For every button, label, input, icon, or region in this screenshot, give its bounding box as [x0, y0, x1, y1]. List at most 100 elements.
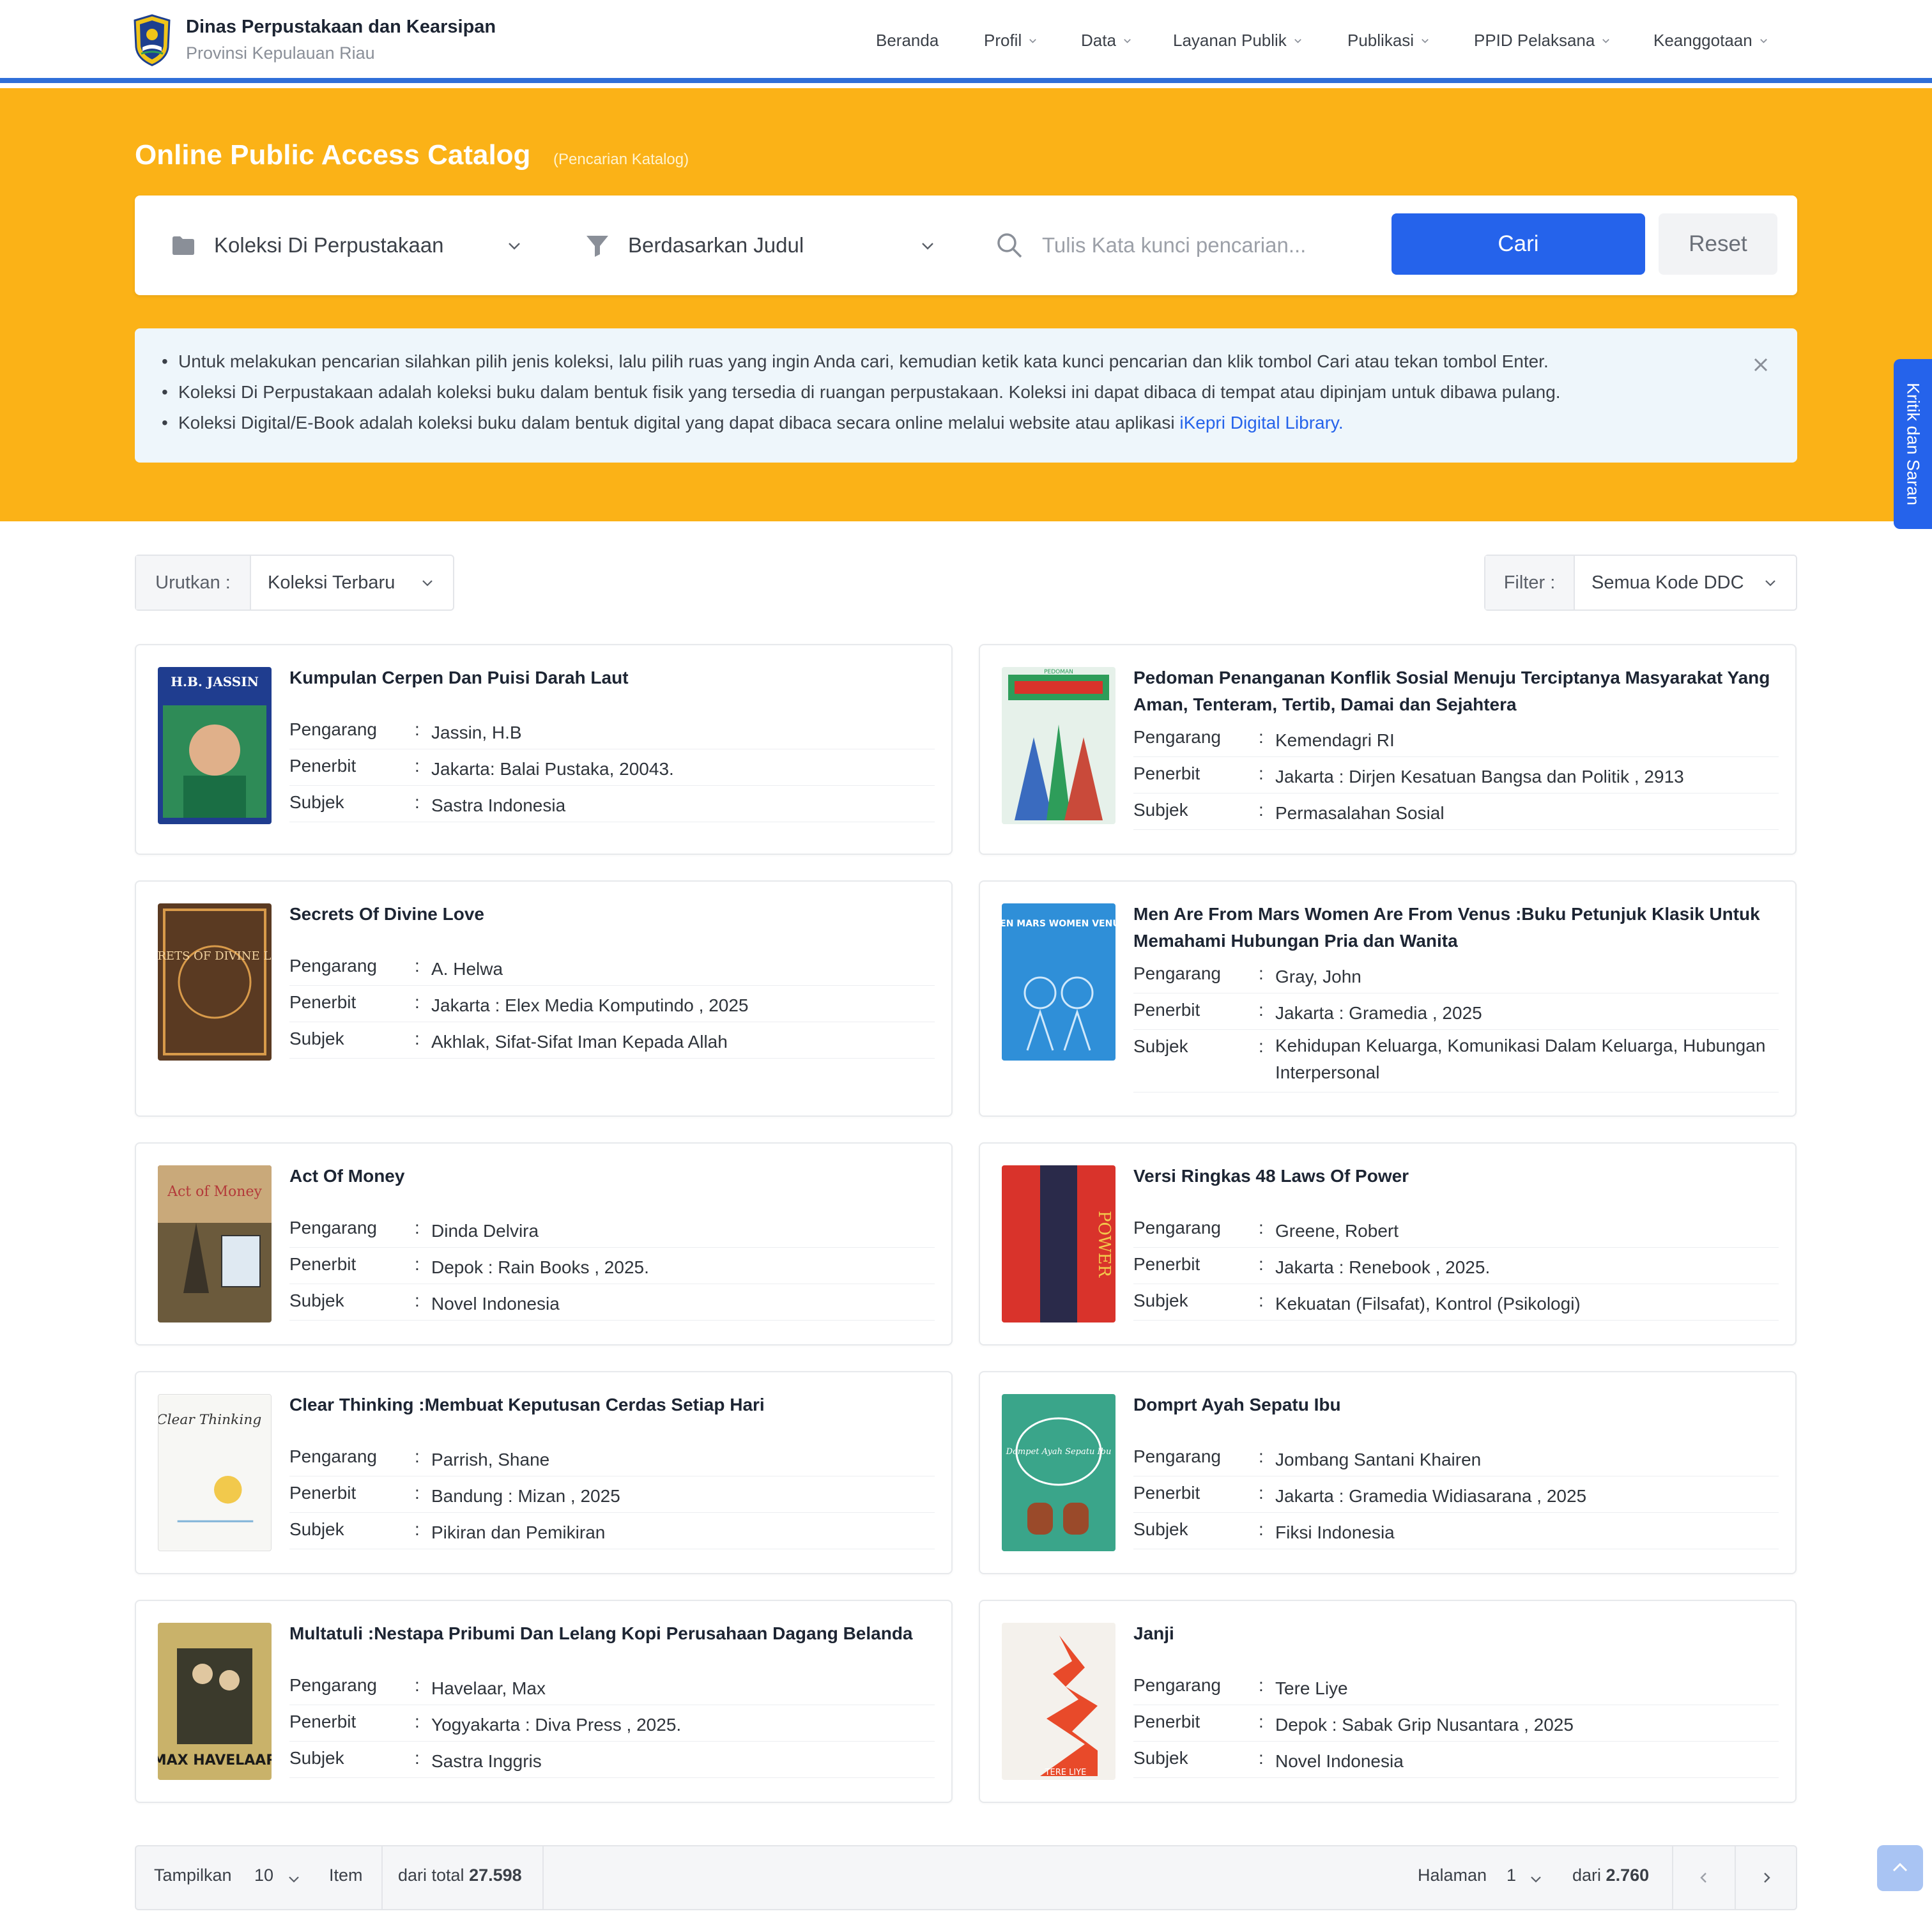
nav-label: PPID Pelaksana	[1474, 31, 1595, 50]
book-title[interactable]: Janji	[1133, 1620, 1779, 1647]
book-publisher: Yogyakarta : Diva Press , 2025.	[431, 1715, 682, 1735]
prev-page-button[interactable]	[1673, 1846, 1735, 1909]
chevron-down-icon[interactable]	[1529, 1872, 1543, 1886]
book-cover-image: SECRETS OF DIVINE LOVE	[158, 903, 272, 1061]
reset-button[interactable]: Reset	[1659, 213, 1777, 275]
publisher-label: Penerbit	[1133, 1254, 1200, 1274]
total-count: dari total 27.598	[398, 1866, 522, 1885]
chevron-down-icon[interactable]	[919, 238, 936, 254]
book-subject: Pikiran dan Pemikiran	[431, 1522, 606, 1542]
chevron-down-icon[interactable]	[506, 238, 523, 254]
book-cover[interactable]: H.B. JASSIN	[158, 667, 272, 824]
svg-text:H.B. JASSIN: H.B. JASSIN	[171, 674, 259, 689]
close-icon[interactable]	[1751, 355, 1770, 374]
book-title[interactable]: Men Are From Mars Women Are From Venus :…	[1133, 901, 1779, 954]
filter-value[interactable]: Semua Kode DDC	[1575, 556, 1796, 610]
ddc-filter-select[interactable]: Filter : Semua Kode DDC	[1484, 555, 1797, 611]
book-cover[interactable]: PEDOMAN	[1002, 667, 1116, 824]
book-title[interactable]: Versi Ringkas 48 Laws Of Power	[1133, 1163, 1779, 1190]
publisher-label: Penerbit	[289, 1712, 356, 1731]
search-button[interactable]: Cari	[1392, 213, 1645, 275]
per-page-select[interactable]: 10	[254, 1866, 273, 1885]
book-cover[interactable]: SECRETS OF DIVINE LOVE	[158, 903, 272, 1061]
book-card[interactable]: SECRETS OF DIVINE LOVE Secrets Of Divine…	[135, 880, 953, 1117]
filter-icon	[586, 236, 608, 257]
book-card[interactable]: Act of Money Act Of Money Pengarang: Dind…	[135, 1142, 953, 1346]
author-label: Pengarang	[289, 956, 378, 976]
book-title[interactable]: Domprt Ayah Sepatu Ibu	[1133, 1392, 1779, 1418]
book-cover-image: MEN MARS WOMEN VENUS	[1002, 903, 1116, 1061]
publisher-label: Penerbit	[289, 992, 356, 1012]
collection-select[interactable]: Koleksi Di Perpustakaan	[171, 229, 444, 262]
book-subject-row: Subjek: Kehidupan Keluarga, Komunikasi Da…	[1133, 1030, 1779, 1092]
page-select[interactable]: 1	[1506, 1866, 1516, 1885]
info-item: • Untuk melakukan pencarian silahkan pili…	[162, 351, 1549, 371]
book-card[interactable]: MEN MARS WOMEN VENUS Men Are From Mars W…	[979, 880, 1797, 1117]
book-cover-image: H.B. JASSIN	[158, 667, 272, 824]
book-cover-image: POWER	[1002, 1165, 1116, 1322]
author-label: Pengarang	[1133, 1446, 1222, 1466]
book-author: Parrish, Shane	[431, 1450, 550, 1469]
nav-label: Publikasi	[1347, 31, 1414, 50]
field-select[interactable]: Berdasarkan Judul	[585, 229, 804, 262]
ikepri-digital-library-link[interactable]: iKepri Digital Library	[1179, 413, 1338, 433]
nav-item-layanan-publik[interactable]: Layanan Publik	[1173, 31, 1303, 50]
chevron-down-icon[interactable]	[287, 1872, 301, 1886]
book-title[interactable]: Multatuli :Nestapa Pribumi Dan Lelang Ko…	[289, 1620, 935, 1647]
book-title[interactable]: Pedoman Penanganan Konflik Sosial Menuju…	[1133, 664, 1779, 718]
book-cover[interactable]: MEN MARS WOMEN VENUS	[1002, 903, 1116, 1061]
book-author-row: Pengarang: Havelaar, Max	[289, 1669, 935, 1705]
info-text: Koleksi Di Perpustakaan adalah koleksi b…	[178, 382, 1561, 402]
book-card[interactable]: PEDOMAN Pedoman Penanganan Konflik Sosia…	[979, 644, 1797, 855]
sort-label: Urutkan :	[136, 556, 251, 610]
book-author-row: Pengarang: Jassin, H.B	[289, 713, 935, 749]
nav-label: Profil	[984, 31, 1022, 50]
chevron-down-icon	[1029, 39, 1037, 43]
chevron-left-icon	[1700, 1873, 1706, 1883]
nav-item-data[interactable]: Data	[1081, 31, 1132, 50]
book-card[interactable]: MAX HAVELAAR Multatuli :Nestapa Pribumi …	[135, 1600, 953, 1803]
book-cover[interactable]: Act of Money	[158, 1165, 272, 1322]
book-card[interactable]: Dompet Ayah Sepatu Ibu Domprt Ayah Sepat…	[979, 1371, 1797, 1574]
book-cover[interactable]: MAX HAVELAAR	[158, 1623, 272, 1780]
next-page-button[interactable]	[1736, 1846, 1797, 1909]
book-publisher-row: Penerbit: Depok : Sabak Grip Nusantara , …	[1133, 1705, 1779, 1742]
book-card[interactable]: Clear Thinking Clear Thinking :Membuat K…	[135, 1371, 953, 1574]
book-cover[interactable]: Clear Thinking	[158, 1394, 272, 1551]
feedback-tab-label: Kritik dan Saran	[1903, 382, 1923, 506]
feedback-tab[interactable]: Kritik dan Saran	[1894, 359, 1932, 529]
book-author-row: Pengarang: Dinda Delvira	[289, 1211, 935, 1248]
subject-label: Subjek	[1133, 1519, 1188, 1539]
book-title[interactable]: Secrets Of Divine Love	[289, 901, 935, 928]
book-title[interactable]: Kumpulan Cerpen Dan Puisi Darah Laut	[289, 664, 935, 691]
book-cover[interactable]: Dompet Ayah Sepatu Ibu	[1002, 1394, 1116, 1551]
nav-item-publikasi[interactable]: Publikasi	[1347, 31, 1430, 50]
book-publisher: Bandung : Mizan , 2025	[431, 1486, 620, 1506]
book-cover-image: PEDOMAN	[1002, 667, 1116, 824]
nav-item-profil[interactable]: Profil	[984, 31, 1038, 50]
book-card[interactable]: POWER Versi Ringkas 48 Laws Of Power Pen…	[979, 1142, 1797, 1346]
page-label: Halaman	[1418, 1866, 1487, 1885]
sort-value[interactable]: Koleksi Terbaru	[251, 556, 453, 610]
collection-select-value: Koleksi Di Perpustakaan	[214, 233, 444, 257]
nav-item-keanggotaan[interactable]: Keanggotaan	[1653, 31, 1768, 50]
book-cover[interactable]: POWER	[1002, 1165, 1116, 1322]
author-label: Pengarang	[1133, 963, 1222, 983]
book-card[interactable]: H.B. JASSIN Kumpulan Cerpen Dan Puisi Da…	[135, 644, 953, 855]
book-title[interactable]: Act Of Money	[289, 1163, 935, 1190]
book-subject-row: Subjek: Sastra Indonesia	[289, 786, 935, 822]
book-cover-image: MAX HAVELAAR	[158, 1623, 272, 1780]
nav-item-beranda[interactable]: Beranda	[876, 31, 939, 50]
nav-item-ppid-pelaksana[interactable]: PPID Pelaksana	[1474, 31, 1611, 50]
book-title[interactable]: Clear Thinking :Membuat Keputusan Cerdas…	[289, 1392, 935, 1418]
book-author: Havelaar, Max	[431, 1678, 546, 1698]
book-card[interactable]: TERE LIYE Janji Pengarang: Tere Liye Pene…	[979, 1600, 1797, 1803]
book-publisher-row: Penerbit: Jakarta : Gramedia , 2025	[1133, 993, 1779, 1030]
book-subject-row: Subjek: Sastra Inggris	[289, 1742, 935, 1778]
book-author: Jombang Santani Khairen	[1275, 1450, 1482, 1469]
book-cover[interactable]: TERE LIYE	[1002, 1623, 1116, 1780]
sort-select[interactable]: Urutkan : Koleksi Terbaru	[135, 555, 454, 611]
book-author-row: Pengarang: Tere Liye	[1133, 1669, 1779, 1705]
scroll-to-top-button[interactable]	[1877, 1845, 1923, 1891]
publisher-label: Penerbit	[1133, 1000, 1200, 1020]
